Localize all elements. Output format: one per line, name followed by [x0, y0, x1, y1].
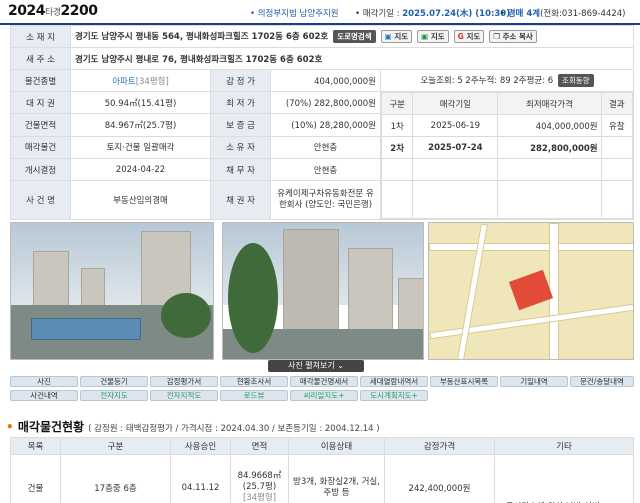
- kind-value[interactable]: 아파트: [112, 77, 135, 87]
- map-button-1[interactable]: ▣ 지도: [380, 30, 413, 43]
- road-name-search-button[interactable]: 도로명검색: [333, 30, 376, 43]
- creditor-value: 유케이제구차유동화전문 유한회사 (양도인: 국민은행): [270, 180, 381, 220]
- link-roadview[interactable]: 로드뷰: [220, 390, 288, 401]
- link-household[interactable]: 세대열람내역서: [360, 376, 428, 387]
- column-header: 목록: [10, 437, 61, 455]
- building-area-label: 건물면적: [10, 113, 71, 137]
- map-icon: G: [457, 32, 464, 41]
- copy-address-button[interactable]: ❐ 주소 복사: [489, 30, 537, 43]
- court-link[interactable]: • 의정부지법 남양주지원: [250, 7, 339, 19]
- photo-2[interactable]: [222, 222, 424, 360]
- building-area-value: 84.967㎡(25.7평): [70, 113, 211, 137]
- deposit-value: (10%) 28,280,000원: [270, 113, 381, 137]
- appraisal-value: 404,000,000원: [270, 69, 381, 92]
- link-cadastral[interactable]: 전자지적도: [150, 390, 218, 401]
- photo-expand-button[interactable]: 사진 펼쳐보기 ⌄: [268, 360, 364, 372]
- case-name-value: 부동산임의경매: [70, 180, 211, 220]
- owner-value: 안현충: [270, 135, 381, 160]
- min-price-label: 최 저 가: [210, 90, 271, 115]
- debtor-label: 채 무 자: [210, 158, 271, 182]
- map-button-2[interactable]: ▣ 지도: [417, 30, 449, 43]
- creditor-label: 채 권 자: [210, 180, 271, 220]
- round-header: 결과: [600, 92, 634, 115]
- location-map[interactable]: [428, 222, 634, 360]
- link-property-list[interactable]: 부동산표시목록: [430, 376, 498, 387]
- map-button-3[interactable]: G 지도: [453, 30, 485, 43]
- case-header: 2024타경2200 • 의정부지법 남양주지원 • 매각기일 : 2025.0…: [0, 0, 640, 25]
- sale-items-label: 매각물건: [10, 135, 71, 160]
- link-case-history[interactable]: 사건내역: [10, 390, 78, 401]
- case-name-label: 사 건 명: [10, 180, 71, 220]
- column-header: 사용승인: [170, 437, 231, 455]
- map-icon: ▣: [421, 32, 429, 41]
- section-title: • 매각물건현황( 감정원 : 태백감정평가 / 가격시점 : 2024.04.…: [6, 420, 380, 434]
- column-header: 기타: [494, 437, 634, 455]
- link-survey[interactable]: 현황조사서: [220, 376, 288, 387]
- table-row: 건물 17층중 6층 04.11.12 84.9668㎡ (25.7평) [34평형…: [10, 454, 634, 503]
- open-date-label: 개시결정: [10, 158, 71, 182]
- new-address-label: 새 주 소: [10, 47, 71, 70]
- land-value: 50.94㎡(15.41평): [70, 90, 211, 115]
- link-building-registry[interactable]: 건물등기: [80, 376, 148, 387]
- address-value: 경기도 남양주시 평내동 564, 평내화성파크힐즈 1702동 6층 602호: [75, 32, 329, 42]
- map-icon: ▣: [384, 32, 392, 41]
- owner-label: 소 유 자: [210, 135, 271, 160]
- property-status-table: 목록 구분 사용승인 면적 이용상태 감정가격 기타 건물 17층중 6층 04…: [10, 437, 634, 503]
- column-header: 구분: [60, 437, 171, 455]
- view-stats: 오늘조회: 5 2주누적: 89 2주평균: 6: [420, 76, 554, 86]
- sale-items-value: 토지·건물 일괄매각: [70, 135, 211, 160]
- round-header: 매각기일: [412, 92, 499, 115]
- appraisal-label: 감 정 가: [210, 69, 271, 92]
- link-photo[interactable]: 사진: [10, 376, 78, 387]
- round-header: 구분: [380, 92, 414, 115]
- round-row: 1차 2025-06-19 404,000,000원 유찰: [380, 114, 634, 137]
- link-e-map[interactable]: 전자지도: [80, 390, 148, 401]
- section-subtitle: ( 감정원 : 태백감정평가 / 가격시점 : 2024.04.30 / 보존등…: [88, 424, 380, 434]
- link-appraisal[interactable]: 감정평가서: [150, 376, 218, 387]
- column-header: 감정가격: [384, 437, 495, 455]
- photo-1[interactable]: [10, 222, 214, 360]
- deposit-label: 보 증 금: [210, 113, 271, 137]
- link-documents[interactable]: 문건/송달내역: [570, 376, 634, 387]
- min-price-value: (70%) 282,800,000원: [270, 90, 381, 115]
- copy-icon: ❐: [493, 32, 500, 41]
- round-header: 최저매각가격: [497, 92, 602, 115]
- auction-dept: • 경매 4계(전화:031-869-4424): [500, 9, 626, 19]
- kind-size: [34평형]: [135, 76, 169, 87]
- new-address-value: 경기도 남양주시 평내로 76, 평내화성파크힐즈 1702동 6층 602호: [70, 47, 634, 70]
- column-header: 면적: [230, 437, 289, 455]
- address-label: 소 재 지: [10, 25, 71, 48]
- round-table: 구분 매각기일 최저매각가격 결과 1차 2025-06-19 404,000,000원 유…: [380, 92, 634, 219]
- kind-label: 물건종별: [10, 69, 71, 92]
- link-spec[interactable]: 매각물건명세서: [290, 376, 358, 387]
- debtor-value: 안현충: [270, 158, 381, 182]
- land-label: 대 지 권: [10, 90, 71, 115]
- view-trend-button[interactable]: 조회동향: [557, 74, 594, 87]
- case-number: 2024타경2200: [8, 3, 98, 19]
- link-urban-plan[interactable]: 도시계획지도+: [360, 390, 428, 401]
- link-serial-map[interactable]: 씨리얼지도+: [290, 390, 358, 401]
- column-header: 이용상태: [288, 437, 385, 455]
- open-date-value: 2024-04-22: [70, 158, 211, 182]
- sale-date: • 매각기일 : 2025.07.24(木) (10:30): [355, 9, 511, 19]
- case-info-table: 소 재 지 경기도 남양주시 평내동 564, 평내화성파크힐즈 1702동 6…: [10, 25, 634, 220]
- round-row: 2차 2025-07-24 282,800,000원: [380, 136, 634, 159]
- link-schedule[interactable]: 기일내역: [500, 376, 568, 387]
